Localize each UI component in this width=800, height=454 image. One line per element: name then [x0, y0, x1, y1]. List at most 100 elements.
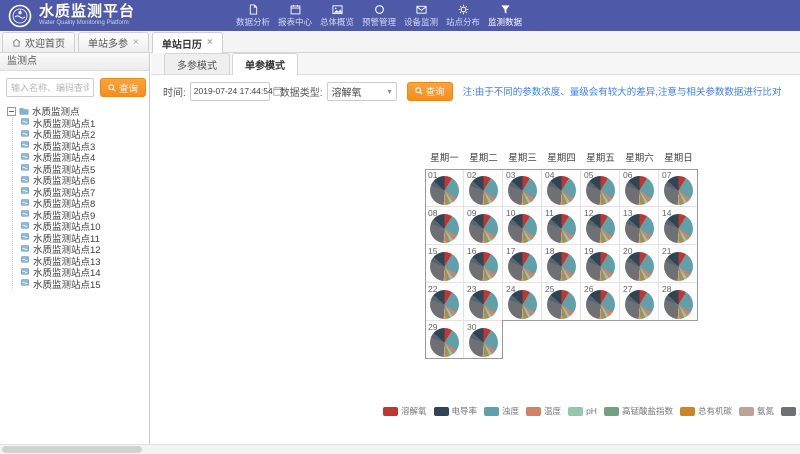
calendar-day-cell[interactable]: 06: [620, 169, 659, 207]
legend-item-总磷[interactable]: 总磷: [781, 405, 800, 417]
query-toolbar: 时间: 2019-07-24 17:44:54 数据类型: 溶解氧 ▾: [163, 81, 781, 101]
day-pie-chart[interactable]: [469, 252, 498, 281]
mail-icon: [416, 4, 427, 16]
calendar-day-cell[interactable]: 12: [581, 207, 620, 245]
day-pie-chart[interactable]: [469, 176, 498, 205]
day-pie-chart[interactable]: [469, 328, 498, 357]
calendar-day-cell[interactable]: 05: [581, 169, 620, 207]
calendar-day-cell[interactable]: 28: [659, 283, 698, 321]
calendar-day-cell[interactable]: 04: [542, 169, 581, 207]
calendar-day-cell[interactable]: 23: [464, 283, 503, 321]
close-icon[interactable]: ×: [133, 38, 139, 48]
nav-item-设备监测[interactable]: 设备监测: [400, 0, 442, 31]
day-pie-chart[interactable]: [430, 176, 459, 205]
legend-item-总有机碳[interactable]: 总有机碳: [680, 405, 732, 417]
calendar-day-cell[interactable]: 29: [425, 321, 464, 359]
toolbar-note: 注:由于不同的参数浓度、量级会有较大的差异,注意与相关参数数据进行比对: [463, 84, 782, 98]
page-tab-欢迎首页[interactable]: 欢迎首页: [2, 32, 75, 52]
calendar-day-cell[interactable]: 08: [425, 207, 464, 245]
day-pie-chart[interactable]: [625, 290, 654, 319]
day-pie-chart[interactable]: [508, 252, 537, 281]
day-pie-chart[interactable]: [586, 176, 615, 205]
calendar-day-cell[interactable]: 16: [464, 245, 503, 283]
datatype-select[interactable]: 溶解氧 ▾: [327, 82, 397, 101]
day-pie-chart[interactable]: [664, 252, 693, 281]
day-pie-chart[interactable]: [547, 176, 576, 205]
day-pie-chart[interactable]: [547, 252, 576, 281]
horizontal-scrollbar[interactable]: [0, 444, 800, 454]
close-icon[interactable]: ×: [207, 38, 213, 48]
calendar-day-cell[interactable]: 27: [620, 283, 659, 321]
calendar-day-cell[interactable]: 03: [503, 169, 542, 207]
logo: 水质监测平台 Water Quality Monitoring Platform: [0, 4, 135, 28]
day-pie-chart[interactable]: [586, 290, 615, 319]
calendar-day-cell[interactable]: 07: [659, 169, 698, 207]
calendar-day-cell[interactable]: 20: [620, 245, 659, 283]
datatype-label: 数据类型:: [280, 84, 323, 99]
day-pie-chart[interactable]: [508, 214, 537, 243]
date-input[interactable]: 2019-07-24 17:44:54: [190, 82, 270, 101]
day-pie-chart[interactable]: [664, 214, 693, 243]
nav-item-监测数据[interactable]: 监测数据: [484, 0, 526, 31]
calendar-day-cell[interactable]: 21: [659, 245, 698, 283]
day-pie-chart[interactable]: [664, 176, 693, 205]
calendar-day-cell[interactable]: 11: [542, 207, 581, 245]
calendar-day-cell[interactable]: 25: [542, 283, 581, 321]
day-pie-chart[interactable]: [430, 328, 459, 357]
legend-item-高锰酸盐指数[interactable]: 高锰酸盐指数: [604, 405, 673, 417]
day-pie-chart[interactable]: [586, 252, 615, 281]
legend-item-温度[interactable]: 温度: [526, 405, 561, 417]
page-tab-单站日历[interactable]: 单站日历×: [152, 32, 223, 53]
day-pie-chart[interactable]: [430, 290, 459, 319]
calendar-day-cell[interactable]: 01: [425, 169, 464, 207]
calendar-day-cell[interactable]: 10: [503, 207, 542, 245]
sidebar-search-button[interactable]: 查询: [100, 78, 146, 97]
calendar-day-cell[interactable]: 17: [503, 245, 542, 283]
calendar-border: [502, 320, 503, 359]
day-pie-chart[interactable]: [547, 214, 576, 243]
station-search-input[interactable]: [6, 78, 94, 97]
legend-item-氨氮[interactable]: 氨氮: [739, 405, 774, 417]
legend-item-溶解氧[interactable]: 溶解氧: [383, 405, 427, 417]
day-pie-chart[interactable]: [664, 290, 693, 319]
mode-tab-多参模式[interactable]: 多参模式: [164, 53, 230, 74]
page-tab-单站多参[interactable]: 单站多参×: [78, 32, 149, 52]
calendar-day-cell[interactable]: 22: [425, 283, 464, 321]
day-pie-chart[interactable]: [547, 290, 576, 319]
calendar-day-cell[interactable]: 30: [464, 321, 503, 359]
tree-collapse-icon[interactable]: [7, 107, 16, 116]
calendar-day-cell[interactable]: 14: [659, 207, 698, 245]
day-pie-chart[interactable]: [469, 214, 498, 243]
day-pie-chart[interactable]: [469, 290, 498, 319]
legend-item-电导率[interactable]: 电导率: [434, 405, 478, 417]
mode-tab-单参模式[interactable]: 单参模式: [232, 53, 298, 75]
calendar-day-cell[interactable]: 24: [503, 283, 542, 321]
day-pie-chart[interactable]: [508, 290, 537, 319]
search-icon: [108, 84, 116, 92]
nav-item-报表中心[interactable]: 报表中心: [274, 0, 316, 31]
calendar-day-cell[interactable]: 02: [464, 169, 503, 207]
day-pie-chart[interactable]: [508, 176, 537, 205]
tree-station-item[interactable]: 水质监测站点15: [20, 278, 149, 290]
day-pie-chart[interactable]: [625, 176, 654, 205]
nav-item-预警管理[interactable]: 预警管理: [358, 0, 400, 31]
scrollbar-thumb[interactable]: [2, 446, 142, 453]
calendar-day-cell[interactable]: 19: [581, 245, 620, 283]
query-button[interactable]: 查询: [407, 82, 453, 101]
day-pie-chart[interactable]: [430, 214, 459, 243]
nav-item-数据分析[interactable]: 数据分析: [232, 0, 274, 31]
calendar-day-cell[interactable]: 15: [425, 245, 464, 283]
legend-item-pH[interactable]: pH: [568, 406, 597, 416]
nav-item-站点分布[interactable]: 站点分布: [442, 0, 484, 31]
nav-item-总体概览[interactable]: 总体概览: [316, 0, 358, 31]
day-pie-chart[interactable]: [625, 252, 654, 281]
calendar-day-cell[interactable]: 26: [581, 283, 620, 321]
day-pie-chart[interactable]: [430, 252, 459, 281]
legend-item-浊度[interactable]: 浊度: [484, 405, 519, 417]
calendar-day-cell[interactable]: 13: [620, 207, 659, 245]
calendar-day-cell[interactable]: 09: [464, 207, 503, 245]
calendar-day-cell[interactable]: 18: [542, 245, 581, 283]
calendar-border: [697, 169, 698, 321]
day-pie-chart[interactable]: [625, 214, 654, 243]
day-pie-chart[interactable]: [586, 214, 615, 243]
